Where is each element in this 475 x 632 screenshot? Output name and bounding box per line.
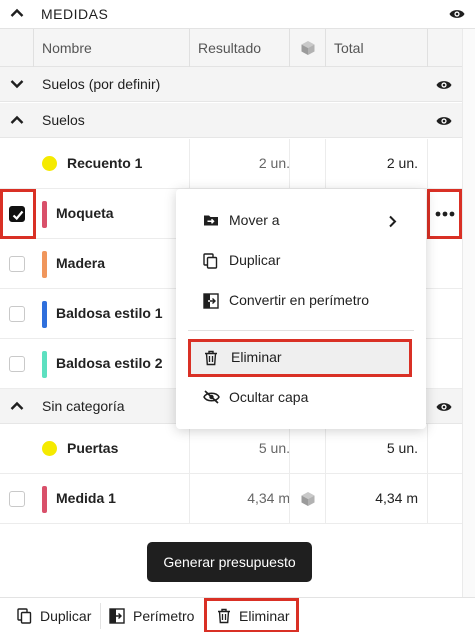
row-name: Recuento 1 bbox=[67, 155, 143, 171]
group-label: Suelos (por definir) bbox=[42, 76, 161, 92]
menu-label: Ocultar capa bbox=[229, 389, 309, 405]
row-checkbox[interactable] bbox=[9, 306, 25, 322]
chevron-up-icon[interactable] bbox=[10, 8, 24, 18]
menu-label: Mover a bbox=[229, 212, 280, 228]
divider bbox=[189, 424, 190, 474]
copy-icon bbox=[17, 608, 32, 624]
duplicate-label: Duplicar bbox=[40, 608, 92, 624]
row-total: 4,34 m bbox=[375, 490, 418, 506]
color-dot bbox=[42, 156, 57, 171]
scrollbar[interactable] bbox=[462, 29, 475, 597]
duplicate-button[interactable]: Duplicar bbox=[8, 598, 100, 632]
divider bbox=[325, 474, 326, 524]
divider bbox=[289, 474, 290, 524]
divider bbox=[325, 424, 326, 474]
row-name: Madera bbox=[56, 255, 106, 271]
trash-icon bbox=[217, 608, 231, 624]
menu-item-duplicate[interactable]: Duplicar bbox=[176, 242, 426, 278]
row-name: Moqueta bbox=[56, 205, 114, 221]
divider bbox=[100, 603, 101, 629]
group-row-suelos[interactable]: Suelos bbox=[0, 103, 462, 138]
perimeter-label: Perímetro bbox=[133, 608, 195, 624]
menu-item-move-to[interactable]: Mover a bbox=[176, 202, 426, 238]
row-result: 4,34 m bbox=[247, 490, 290, 506]
group-row-suelos-por-definir[interactable]: Suelos (por definir) bbox=[0, 67, 462, 102]
highlight-checkbox bbox=[0, 189, 36, 239]
eye-off-icon bbox=[203, 390, 220, 404]
convert-perimeter-icon bbox=[109, 608, 125, 624]
more-options-button[interactable] bbox=[427, 189, 462, 239]
row-checkbox[interactable] bbox=[9, 491, 25, 507]
table-row-puertas[interactable]: Puertas 5 un. 5 un. bbox=[0, 424, 462, 474]
chevron-right-icon bbox=[388, 215, 397, 228]
color-bar bbox=[42, 251, 47, 278]
generate-budget-button[interactable]: Generar presupuesto bbox=[147, 542, 312, 582]
divider bbox=[325, 139, 326, 189]
color-bar bbox=[42, 301, 47, 328]
table-row-medida-1[interactable]: Medida 1 4,34 m 4,34 m bbox=[0, 474, 462, 524]
menu-item-convert-perimeter[interactable]: Convertir en perímetro bbox=[176, 282, 426, 318]
divider bbox=[289, 139, 290, 189]
delete-label: Eliminar bbox=[239, 608, 290, 624]
chevron-down-icon[interactable] bbox=[10, 79, 24, 89]
more-horizontal-icon bbox=[435, 211, 455, 217]
group-label: Sin categoría bbox=[42, 398, 125, 414]
menu-label: Convertir en perímetro bbox=[229, 292, 370, 308]
row-total: 5 un. bbox=[386, 440, 418, 456]
column-name[interactable]: Nombre bbox=[33, 29, 189, 67]
row-total: 2 un. bbox=[386, 155, 418, 171]
column-total[interactable]: Total bbox=[325, 29, 427, 67]
column-result[interactable]: Resultado bbox=[189, 29, 289, 67]
panel-title: MEDIDAS bbox=[41, 6, 109, 22]
perimeter-button[interactable]: Perímetro bbox=[102, 598, 200, 632]
menu-item-hide-layer[interactable]: Ocultar capa bbox=[176, 379, 426, 415]
divider bbox=[189, 474, 190, 524]
menu-label: Eliminar bbox=[231, 349, 282, 365]
menu-item-delete[interactable]: Eliminar bbox=[188, 339, 412, 377]
column-header-row: Nombre Resultado Total bbox=[0, 29, 462, 67]
color-bar bbox=[42, 486, 47, 513]
convert-perimeter-icon bbox=[203, 293, 219, 309]
cube-icon bbox=[300, 40, 316, 56]
eye-icon[interactable] bbox=[449, 8, 465, 20]
divider bbox=[427, 474, 428, 524]
row-name: Puertas bbox=[67, 440, 119, 456]
column-cube bbox=[289, 29, 325, 67]
context-menu: Mover a Duplicar Convertir en perímetro … bbox=[176, 189, 426, 429]
color-bar bbox=[42, 351, 47, 378]
trash-icon bbox=[204, 350, 218, 366]
table-row-recuento-1[interactable]: Recuento 1 2 un. 2 un. bbox=[0, 139, 462, 189]
eye-icon[interactable] bbox=[436, 79, 452, 91]
row-name: Medida 1 bbox=[56, 490, 116, 506]
color-bar bbox=[42, 201, 47, 228]
chevron-up-icon[interactable] bbox=[10, 115, 24, 125]
color-dot bbox=[42, 441, 57, 456]
row-name: Baldosa estilo 2 bbox=[56, 355, 163, 371]
panel-header: MEDIDAS bbox=[0, 0, 475, 29]
divider bbox=[427, 139, 428, 189]
row-checkbox[interactable] bbox=[9, 256, 25, 272]
copy-icon bbox=[203, 253, 218, 269]
divider bbox=[427, 424, 428, 474]
menu-divider bbox=[188, 330, 414, 331]
eye-icon[interactable] bbox=[436, 401, 452, 413]
chevron-up-icon[interactable] bbox=[10, 401, 24, 411]
row-name: Baldosa estilo 1 bbox=[56, 305, 163, 321]
cube-icon bbox=[300, 491, 316, 507]
row-checkbox[interactable] bbox=[9, 356, 25, 372]
divider bbox=[189, 139, 190, 189]
footer-toolbar: Duplicar Perímetro Eliminar bbox=[0, 597, 475, 632]
row-result: 5 un. bbox=[258, 440, 290, 456]
delete-button[interactable]: Eliminar bbox=[204, 598, 299, 632]
menu-label: Duplicar bbox=[229, 252, 281, 268]
row-result: 2 un. bbox=[258, 155, 290, 171]
group-label: Suelos bbox=[42, 112, 85, 128]
divider bbox=[289, 424, 290, 474]
column-actions bbox=[427, 29, 462, 67]
folder-move-icon bbox=[203, 213, 219, 227]
eye-icon[interactable] bbox=[436, 115, 452, 127]
